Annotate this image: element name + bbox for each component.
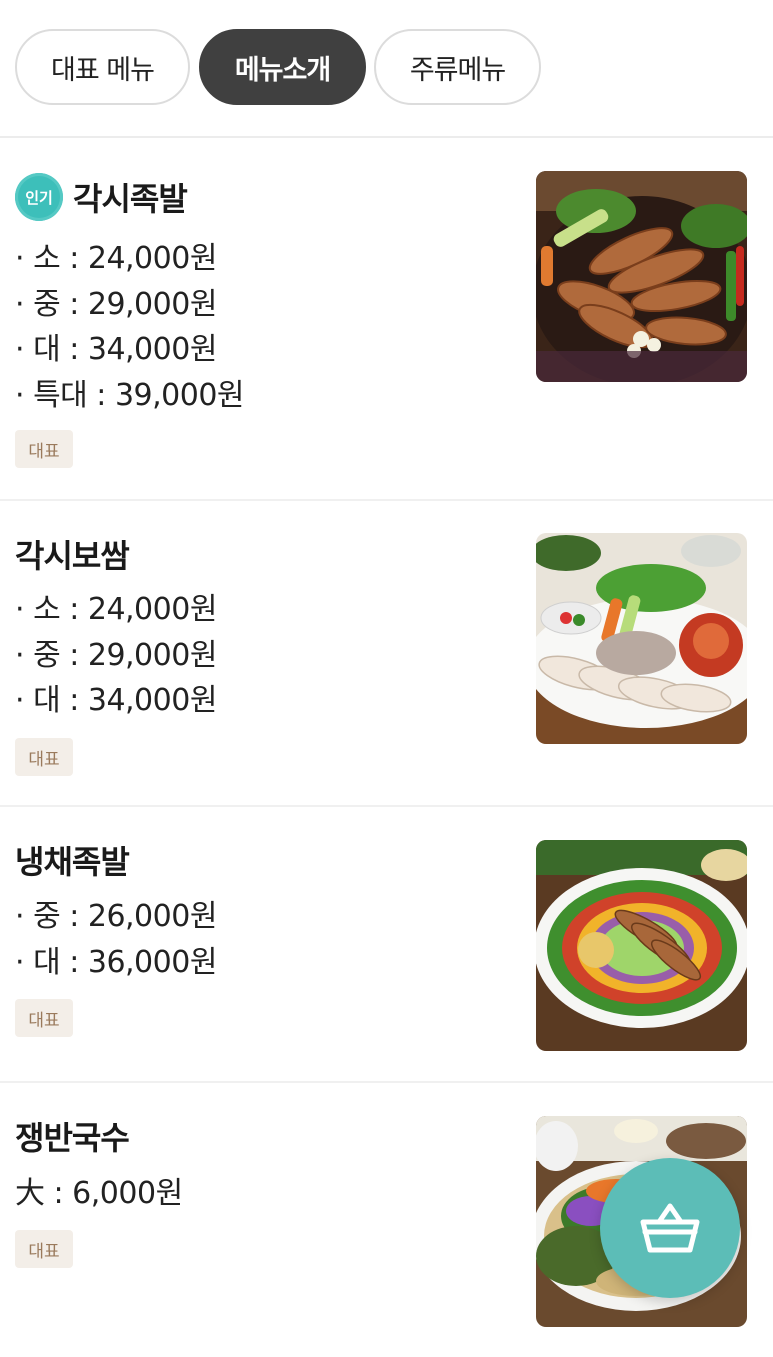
tab-drinks-menu[interactable]: 주류메뉴: [374, 29, 541, 105]
representative-tag: 대표: [15, 1230, 73, 1268]
price-list: · 중 : 26,000원 · 대 : 36,000원: [15, 894, 217, 985]
menu-item-gaksi-jokbal[interactable]: 인기 각시족발 · 소 : 24,000원 · 중 : 29,000원 · 대 …: [0, 140, 773, 501]
menu-item-name: 각시족발: [73, 180, 188, 218]
price-line: · 특대 : 39,000원: [15, 377, 245, 413]
menu-item-name: 각시보쌈: [15, 537, 130, 575]
food-image-jokbal[interactable]: [536, 171, 747, 382]
price-line: · 중 : 29,000원: [15, 286, 217, 322]
cart-button[interactable]: [600, 1158, 740, 1298]
price-line: · 소 : 24,000원: [15, 592, 217, 627]
price-list: · 소 : 24,000원 · 중 : 29,000원 · 대 : 34,000…: [15, 236, 245, 418]
tab-menu-intro[interactable]: 메뉴소개: [199, 29, 366, 105]
food-image-naengchae[interactable]: [536, 840, 747, 1051]
naengchae-photo: [536, 840, 747, 1051]
popular-badge: 인기: [15, 173, 63, 221]
tab-representative-menu[interactable]: 대표 메뉴: [15, 29, 190, 105]
representative-tag: 대표: [15, 430, 73, 468]
menu-item-gaksi-bossam[interactable]: 각시보쌈 · 소 : 24,000원 · 중 : 29,000원 · 대 : 3…: [0, 501, 773, 807]
price-line: · 대 : 34,000원: [15, 683, 217, 718]
price-line: · 중 : 29,000원: [15, 637, 217, 673]
menu-item-naengchae-jokbal[interactable]: 냉채족발 · 중 : 26,000원 · 대 : 36,000원 대표: [0, 807, 773, 1083]
menu-category-tabs: 대표 메뉴 메뉴소개 주류메뉴: [0, 0, 773, 138]
menu-item-title-row: 각시보쌈: [15, 531, 130, 577]
food-image-bossam[interactable]: [536, 533, 747, 744]
menu-item-title-row: 쟁반국수: [15, 1113, 130, 1159]
price-line: · 중 : 26,000원: [15, 899, 217, 934]
bossam-photo: [536, 533, 747, 744]
jokbal-photo: [536, 171, 747, 382]
price-line: · 소 : 24,000원: [15, 241, 217, 276]
menu-item-title-row: 인기 각시족발: [15, 173, 188, 221]
menu-item-title-row: 냉채족발: [15, 837, 130, 883]
price-line: · 대 : 36,000원: [15, 944, 217, 980]
representative-tag: 대표: [15, 999, 73, 1037]
price-list: · 소 : 24,000원 · 중 : 29,000원 · 대 : 34,000…: [15, 587, 217, 724]
basket-icon: [640, 1203, 700, 1253]
menu-item-name: 냉채족발: [15, 843, 130, 881]
price-line: 大 : 6,000원: [15, 1176, 183, 1211]
menu-item-name: 쟁반국수: [15, 1119, 130, 1157]
representative-tag: 대표: [15, 738, 73, 776]
price-line: · 대 : 34,000원: [15, 332, 217, 367]
price-list: 大 : 6,000원: [15, 1171, 183, 1217]
